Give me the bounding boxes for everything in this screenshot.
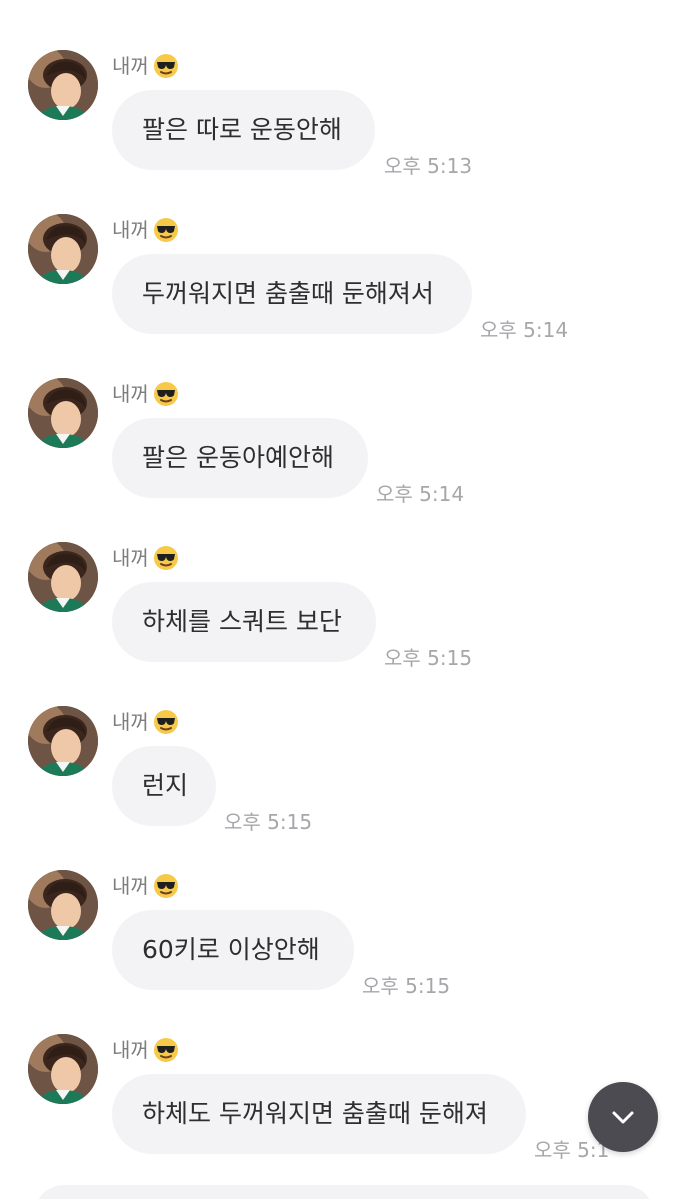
avatar[interactable] <box>28 542 98 612</box>
profile-photo-icon <box>28 1034 98 1104</box>
sender-row: 내꺼 <box>112 381 179 407</box>
sender-row: 내꺼 <box>112 217 179 243</box>
sender-row: 내꺼 <box>112 1037 179 1063</box>
chat-message: 내꺼 60키로 이상안해 오후 5:15 <box>0 870 686 1020</box>
message-bubble[interactable]: 60키로 이상안해 <box>112 910 354 990</box>
message-time: 오후 5:13 <box>384 154 473 178</box>
avatar[interactable] <box>28 870 98 940</box>
message-text: 하체도 두꺼워지면 춤출때 둔해져 <box>142 1099 488 1128</box>
message-text: 팔은 따로 운동안해 <box>142 115 342 144</box>
chat-message: 내꺼 하체를 스쿼트 보단 오후 5:15 <box>0 542 686 692</box>
sunglasses-emoji-icon <box>153 874 178 898</box>
sunglasses-emoji-icon <box>153 1038 178 1062</box>
sender-row: 내꺼 <box>112 545 179 571</box>
message-bubble[interactable]: 하체를 스쿼트 보단 <box>112 582 376 662</box>
sunglasses-emoji-icon <box>153 546 178 570</box>
sunglasses-emoji-icon <box>153 382 178 406</box>
avatar[interactable] <box>28 214 98 284</box>
message-bubble[interactable]: 런지 <box>112 746 216 826</box>
message-bubble[interactable]: 하체도 두꺼워지면 춤출때 둔해져 <box>112 1074 526 1154</box>
message-text: 하체를 스쿼트 보단 <box>142 607 342 636</box>
message-text: 팔은 운동아예안해 <box>142 443 334 472</box>
chat-message: 내꺼 팔은 운동아예안해 오후 5:14 <box>0 378 686 528</box>
sender-name: 내꺼 <box>112 546 149 570</box>
sender-row: 내꺼 <box>112 709 179 735</box>
message-text: 두꺼워지면 춤출때 둔해져서 <box>142 279 434 308</box>
message-time: 오후 5:14 <box>376 482 465 506</box>
avatar[interactable] <box>28 378 98 448</box>
chevron-down-icon <box>612 1111 634 1124</box>
sunglasses-emoji-icon <box>153 710 178 734</box>
sunglasses-emoji-icon <box>153 54 178 78</box>
sender-row: 내꺼 <box>112 53 179 79</box>
message-bubble[interactable]: 팔은 따로 운동안해 <box>112 90 375 170</box>
message-time: 오후 5:15 <box>224 810 313 834</box>
profile-photo-icon <box>28 706 98 776</box>
message-text: 60키로 이상안해 <box>142 935 320 964</box>
message-bubble[interactable]: 팔은 운동아예안해 <box>112 418 368 498</box>
message-bubble[interactable]: 두꺼워지면 춤출때 둔해져서 <box>112 254 472 334</box>
sunglasses-emoji-icon <box>153 218 178 242</box>
sender-name: 내꺼 <box>112 382 149 406</box>
chat-message: 내꺼 하체도 두꺼워지면 춤출때 둔해져 오후 5:1 <box>0 1034 686 1184</box>
profile-photo-icon <box>28 870 98 940</box>
avatar[interactable] <box>28 50 98 120</box>
avatar[interactable] <box>28 706 98 776</box>
sender-row: 내꺼 <box>112 873 179 899</box>
profile-photo-icon <box>28 542 98 612</box>
scroll-to-bottom-button[interactable] <box>588 1082 658 1152</box>
chat-message: 내꺼 팔은 따로 운동안해 오후 5:13 <box>0 50 686 200</box>
message-time: 오후 5:15 <box>384 646 473 670</box>
sender-name: 내꺼 <box>112 1038 149 1062</box>
sender-name: 내꺼 <box>112 710 149 734</box>
profile-photo-icon <box>28 378 98 448</box>
next-message-bubble[interactable] <box>34 1185 654 1199</box>
sender-name: 내꺼 <box>112 54 149 78</box>
sender-name: 내꺼 <box>112 874 149 898</box>
profile-photo-icon <box>28 214 98 284</box>
profile-photo-icon <box>28 50 98 120</box>
message-time: 오후 5:15 <box>362 974 451 998</box>
message-time: 오후 5:14 <box>480 318 569 342</box>
message-text: 런지 <box>142 771 189 800</box>
chat-message: 내꺼 런지 오후 5:15 <box>0 706 686 856</box>
chat-screen: 내꺼 팔은 따로 운동안해 오후 5:13 내꺼 두꺼워지면 춤출때 둔해져서 … <box>0 0 686 1199</box>
chat-message: 내꺼 두꺼워지면 춤출때 둔해져서 오후 5:14 <box>0 214 686 364</box>
sender-name: 내꺼 <box>112 218 149 242</box>
avatar[interactable] <box>28 1034 98 1104</box>
